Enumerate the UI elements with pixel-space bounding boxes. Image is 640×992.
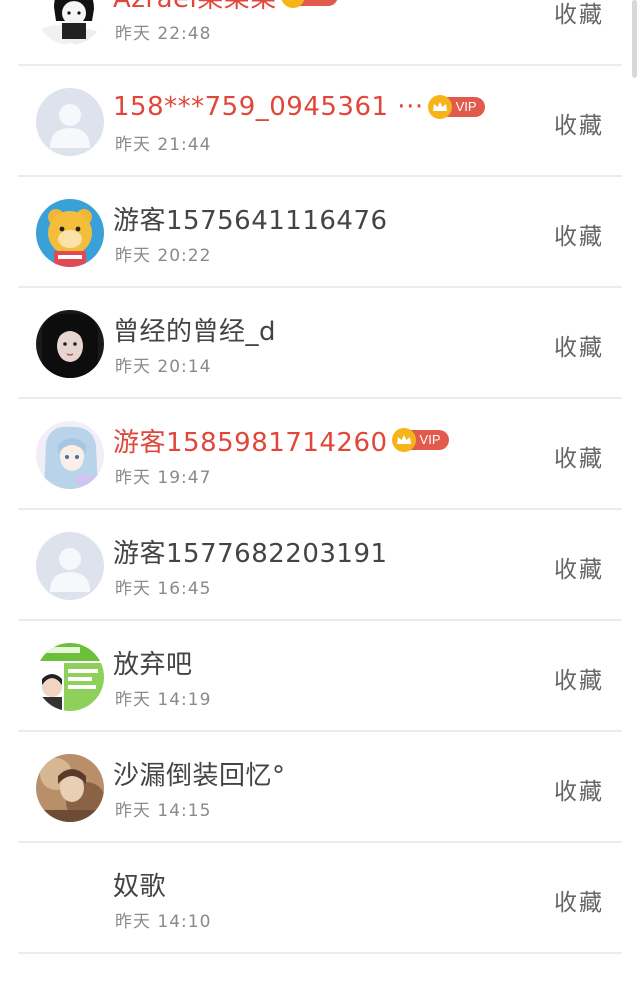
- contact-name: 158***759_0945361 ···: [113, 92, 424, 122]
- favorite-button[interactable]: 收藏: [554, 217, 604, 251]
- vip-badge: VIP: [427, 95, 485, 119]
- timestamp: 昨天 14:19: [115, 690, 212, 710]
- crown-icon: [280, 0, 305, 8]
- contact-name: 游客1585981714260: [113, 427, 388, 458]
- timestamp: 昨天 22:48: [115, 24, 212, 44]
- timestamp: 昨天 19:47: [115, 468, 212, 488]
- timestamp: 昨天 14:10: [115, 912, 212, 932]
- favorite-button[interactable]: 收藏: [554, 439, 604, 473]
- list-item[interactable]: Azrael染柒柒 VIP 昨天 22:48 收藏: [0, 0, 640, 66]
- contact-name: 游客1577682203191: [113, 538, 388, 569]
- list-item[interactable]: 沙漏倒装回忆° 昨天 14:15 收藏: [0, 732, 640, 843]
- contact-name: 曾经的曾经_d: [113, 316, 277, 347]
- contact-name: 沙漏倒装回忆°: [113, 760, 286, 791]
- list-item[interactable]: 游客1575641116476 昨天 20:22 收藏: [0, 177, 640, 288]
- favorite-button[interactable]: 收藏: [554, 661, 604, 695]
- favorite-button[interactable]: 收藏: [554, 772, 604, 806]
- avatar[interactable]: [36, 88, 104, 156]
- timestamp: 昨天 16:45: [115, 579, 212, 599]
- timestamp: 昨天 14:15: [115, 801, 212, 821]
- contact-name: Azrael染柒柒: [113, 0, 277, 15]
- contact-list: Azrael染柒柒 VIP 昨天 22:48 收藏 158***759_0945…: [0, 0, 640, 954]
- vip-badge: VIP: [391, 428, 449, 452]
- list-item[interactable]: 曾经的曾经_d 昨天 20:14 收藏: [0, 288, 640, 399]
- timestamp: 昨天 20:22: [115, 246, 212, 266]
- vip-badge: VIP: [280, 0, 338, 8]
- contact-name: 放弃吧: [113, 649, 193, 680]
- avatar[interactable]: [36, 532, 104, 600]
- avatar[interactable]: [36, 421, 104, 489]
- favorite-button[interactable]: 收藏: [554, 0, 604, 29]
- avatar[interactable]: [36, 643, 104, 711]
- contact-name: 奴歌: [113, 871, 167, 902]
- scrollbar[interactable]: [632, 0, 637, 78]
- favorite-button[interactable]: 收藏: [554, 106, 604, 140]
- avatar[interactable]: [36, 0, 104, 45]
- divider: [18, 952, 622, 954]
- avatar[interactable]: [36, 754, 104, 822]
- timestamp: 昨天 20:14: [115, 357, 212, 377]
- avatar[interactable]: [36, 199, 104, 267]
- timestamp: 昨天 21:44: [115, 135, 212, 155]
- list-item[interactable]: 游客1585981714260 VIP 昨天 19:47 收藏: [0, 399, 640, 510]
- list-item[interactable]: 游客1577682203191 昨天 16:45 收藏: [0, 510, 640, 621]
- list-item[interactable]: 放弃吧 昨天 14:19 收藏: [0, 621, 640, 732]
- list-item[interactable]: 158***759_0945361 ··· VIP 昨天 21:44 收藏: [0, 66, 640, 177]
- crown-icon: [391, 428, 416, 452]
- contact-name: 游客1575641116476: [113, 205, 388, 236]
- list-item[interactable]: 奴歌 昨天 14:10 收藏: [0, 843, 640, 954]
- favorite-button[interactable]: 收藏: [554, 328, 604, 362]
- favorite-button[interactable]: 收藏: [554, 883, 604, 917]
- avatar[interactable]: [36, 310, 104, 378]
- crown-icon: [427, 95, 452, 119]
- favorite-button[interactable]: 收藏: [554, 550, 604, 584]
